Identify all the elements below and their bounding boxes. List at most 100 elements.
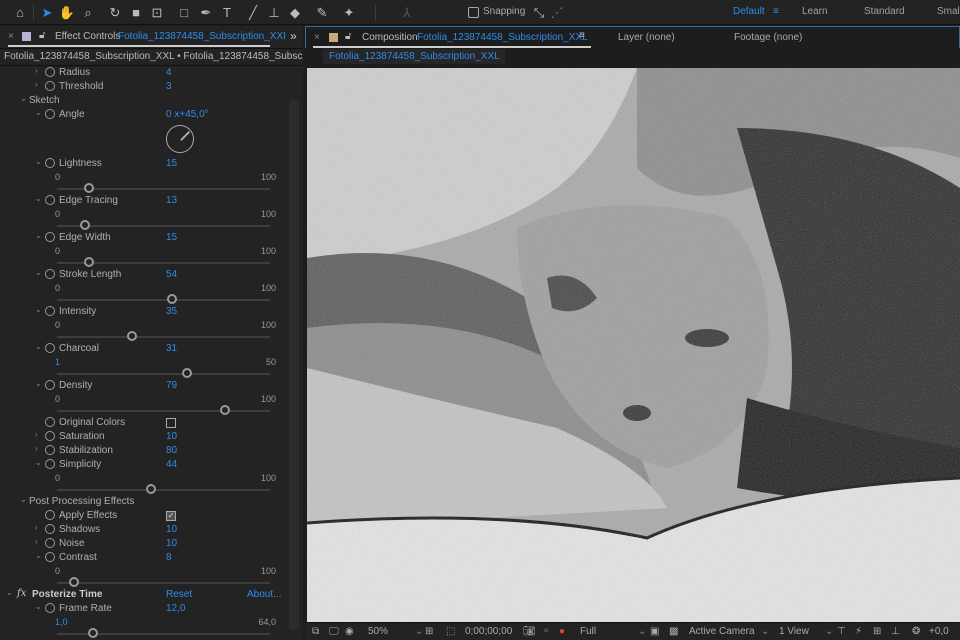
stopwatch-icon[interactable] xyxy=(45,158,55,168)
camera-select[interactable]: Active Camera xyxy=(689,626,755,637)
close-icon[interactable]: × xyxy=(314,32,320,43)
chevron-icon[interactable]: ⌄ xyxy=(35,342,42,351)
slider-track[interactable] xyxy=(57,489,270,491)
snapshot-icon[interactable]: 📷︎ xyxy=(523,626,536,637)
stopwatch-icon[interactable] xyxy=(45,510,55,520)
slider-thumb[interactable] xyxy=(79,220,90,230)
toggle-transparency-icon[interactable]: ▩ xyxy=(669,626,678,637)
slider-track[interactable] xyxy=(57,410,270,412)
property-value[interactable]: 10 xyxy=(166,524,177,535)
property-value[interactable]: 15 xyxy=(166,232,177,243)
panel-menu-icon[interactable]: ≡ xyxy=(579,30,585,41)
footage-tab[interactable]: Footage (none) xyxy=(734,32,802,43)
property-value[interactable]: 15 xyxy=(166,158,177,169)
stopwatch-icon[interactable] xyxy=(45,67,55,77)
layer-tab[interactable]: Layer (none) xyxy=(618,32,675,43)
chevron-icon[interactable]: › xyxy=(35,430,38,439)
fx-icon[interactable]: fx xyxy=(17,588,26,599)
chevron-icon[interactable]: ⌄ xyxy=(35,157,42,166)
reset-link[interactable]: Reset xyxy=(166,589,192,600)
checkbox[interactable] xyxy=(166,418,176,428)
composition-title[interactable]: Composition xyxy=(362,32,418,43)
chevron-icon[interactable]: ⌄ xyxy=(35,194,42,203)
checkbox[interactable]: ✓ xyxy=(166,511,176,521)
stopwatch-icon[interactable] xyxy=(45,306,55,316)
eraser-tool-icon[interactable]: ◆ xyxy=(286,4,304,21)
transparency-grid-icon[interactable]: ⬚ xyxy=(446,626,455,637)
resolution-select[interactable]: Full xyxy=(580,626,596,637)
slider-thumb[interactable] xyxy=(69,577,80,587)
angle-dial[interactable] xyxy=(166,125,194,153)
always-preview-icon[interactable]: ⧉ xyxy=(312,626,319,637)
stopwatch-icon[interactable] xyxy=(45,524,55,534)
zoom-tool-icon[interactable]: ⌕ xyxy=(79,4,97,21)
pen-tool-icon[interactable]: ✒ xyxy=(197,4,215,21)
safe-margins-icon[interactable]: ⊞ xyxy=(425,626,433,637)
chevron-icon[interactable]: ⌄ xyxy=(35,551,42,560)
camera-tool-icon[interactable]: ■ xyxy=(127,4,145,21)
chevron-icon[interactable]: ⌄ xyxy=(35,458,42,467)
view-layout-select[interactable]: 1 View xyxy=(779,626,809,637)
about-link[interactable]: About... xyxy=(247,589,281,600)
snapping-checkbox[interactable] xyxy=(468,7,479,18)
stopwatch-icon[interactable] xyxy=(45,538,55,548)
fast-previews-icon[interactable]: ⚡︎ xyxy=(855,626,862,637)
slider-thumb[interactable] xyxy=(83,183,94,193)
chevron-icon[interactable]: ⌄ xyxy=(35,602,42,611)
selection-tool-icon[interactable]: ➤ xyxy=(38,4,56,21)
property-value[interactable]: 8 xyxy=(166,552,172,563)
show-snapshot-icon[interactable]: ⚭ xyxy=(542,626,550,637)
slider-track[interactable] xyxy=(57,336,270,338)
chevron-icon[interactable]: › xyxy=(35,523,38,532)
hand-tool-icon[interactable]: ✋ xyxy=(58,4,76,21)
expand-panels-icon[interactable]: » xyxy=(290,29,297,43)
slider-thumb[interactable] xyxy=(220,405,231,415)
clone-stamp-tool-icon[interactable]: ⊥ xyxy=(265,4,283,21)
workspace-small[interactable]: Small xyxy=(937,6,960,17)
roto-brush-tool-icon[interactable]: ✎ xyxy=(313,4,331,21)
chevron-icon[interactable]: ⌄ xyxy=(35,268,42,277)
property-value[interactable]: 54 xyxy=(166,269,177,280)
stopwatch-icon[interactable] xyxy=(45,431,55,441)
workspace-default[interactable]: Default xyxy=(733,6,765,17)
property-value[interactable]: 35 xyxy=(166,306,177,317)
stopwatch-icon[interactable] xyxy=(45,343,55,353)
stopwatch-icon[interactable] xyxy=(45,269,55,279)
chevron-icon[interactable]: › xyxy=(35,537,38,546)
comp-navigator-tab[interactable]: Fotolia_123874458_Subscription_XXL xyxy=(323,49,505,64)
workspace-learn[interactable]: Learn xyxy=(802,6,828,17)
chevron-icon[interactable]: ⌄ xyxy=(20,94,27,103)
exposure-value[interactable]: +0,0 xyxy=(929,626,949,637)
scrollbar[interactable] xyxy=(289,100,299,630)
property-value[interactable]: 10 xyxy=(166,431,177,442)
slider-thumb[interactable] xyxy=(83,257,94,267)
slider-thumb[interactable] xyxy=(88,628,99,638)
composition-viewer[interactable] xyxy=(307,68,960,622)
workspace-standard[interactable]: Standard xyxy=(864,6,905,17)
effect-controls-tab[interactable]: × 🔓︎ Effect Controls Fotolia_123874458_S… xyxy=(0,26,303,48)
stopwatch-icon[interactable] xyxy=(45,232,55,242)
home-icon[interactable]: ⌂ xyxy=(11,4,29,21)
property-value[interactable]: 12,0 xyxy=(166,603,185,614)
zoom-select[interactable]: 50% xyxy=(368,626,388,637)
stopwatch-icon[interactable] xyxy=(45,552,55,562)
monitor-icon[interactable]: 🖵︎ xyxy=(329,626,339,637)
reset-exposure-icon[interactable]: ❂ xyxy=(912,626,920,637)
chevron-icon[interactable]: › xyxy=(35,66,38,75)
slider-track[interactable] xyxy=(57,299,270,301)
chevron-icon[interactable]: ⌄ xyxy=(35,108,42,117)
type-tool-icon[interactable]: T xyxy=(218,4,236,21)
chevron-icon[interactable]: ⌄ xyxy=(35,305,42,314)
stopwatch-icon[interactable] xyxy=(45,109,55,119)
rectangle-tool-icon[interactable]: □ xyxy=(175,4,193,21)
property-value[interactable]: 0 x+45,0° xyxy=(166,109,209,120)
snap-icon[interactable]: ⤡ xyxy=(530,4,548,21)
snap-grid-icon[interactable]: ⋰ xyxy=(548,4,566,21)
stopwatch-icon[interactable] xyxy=(45,445,55,455)
slider-thumb[interactable] xyxy=(145,484,156,494)
timeline-icon[interactable]: ⊞ xyxy=(873,626,881,637)
lock-icon[interactable]: 🔓︎ xyxy=(345,31,351,42)
region-of-interest-icon[interactable]: ▣ xyxy=(650,626,659,637)
property-value[interactable]: 44 xyxy=(166,459,177,470)
chevron-icon[interactable]: ⌄ xyxy=(35,379,42,388)
